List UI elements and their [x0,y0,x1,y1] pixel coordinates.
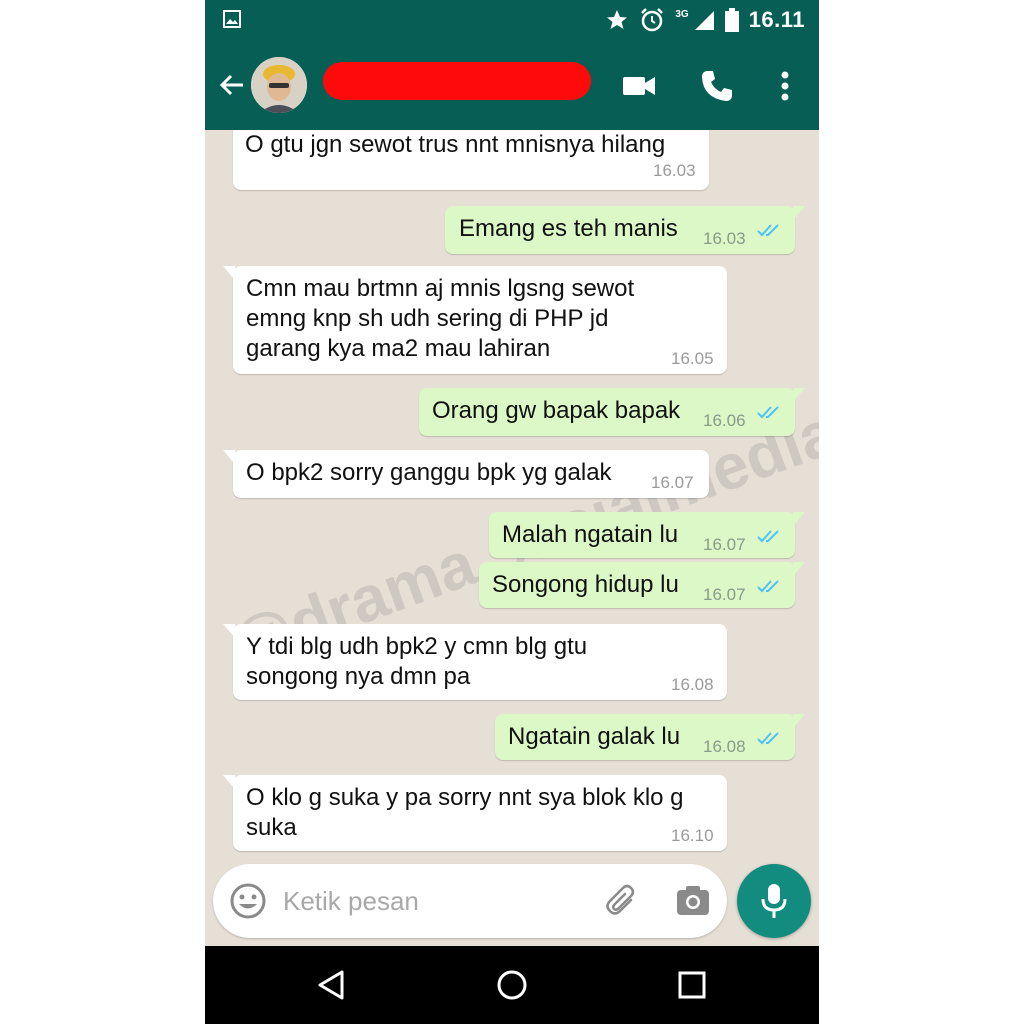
image-icon [223,10,241,28]
message-text: O gtu jgn sewot trus nnt mnisnya hilang [245,131,666,158]
bubble-tail [223,775,235,789]
incoming-message[interactable]: Cmn mau brtmn aj mnis lgsng sewot emng k… [223,266,727,374]
nav-recents-icon[interactable] [675,968,709,1002]
incoming-message[interactable]: O klo g suka y pa sorry nnt sya blok klo… [223,775,727,851]
read-receipt-icon [757,530,779,543]
outgoing-message[interactable]: Malah ngatain lu 16.07 [489,512,805,558]
back-arrow-icon[interactable] [217,70,247,100]
message-text: Malah ngatain lu [502,521,679,548]
message-time: 16.03 [653,161,696,180]
message-time: 16.10 [671,826,714,845]
read-receipt-icon [757,580,779,593]
bubble-tail [793,562,805,576]
read-receipt-icon [757,224,779,237]
mic-button[interactable] [737,864,811,938]
contact-name-redaction [323,62,591,100]
message-time: 16.08 [671,675,714,694]
signal-icon [694,11,714,30]
outgoing-message[interactable]: Ngatain galak lu 16.08 [495,714,805,760]
network-type-label: 3G [675,8,689,20]
message-time: 16.05 [671,349,714,368]
message-text: Y tdi blg udh bpk2 y cmn blg gtu songong… [246,633,588,690]
incoming-message[interactable]: O bpk2 sorry ganggu bpk yg galak 16.07 [223,450,709,498]
message-time: 16.07 [703,535,746,554]
video-call-icon[interactable] [621,68,657,104]
message-text: O klo g suka y pa sorry nnt sya blok klo… [246,784,684,841]
message-time: 16.07 [651,473,694,492]
chat-header [205,40,819,130]
status-bar: 3G 16.11 [205,0,819,40]
attachment-icon[interactable] [603,882,641,920]
contact-avatar[interactable] [251,57,307,113]
emoji-icon[interactable] [229,882,267,920]
incoming-message[interactable]: O gtu jgn sewot trus nnt mnisnya hilang 1… [233,130,709,190]
chat-messages[interactable]: @drama.sosialmedia O gtu jgn sewot trus … [205,130,819,870]
message-time: 16.06 [703,411,746,430]
bubble-tail [223,450,235,464]
camera-icon[interactable] [675,883,711,919]
phone-icon[interactable] [699,68,735,104]
message-time: 16.03 [703,229,746,248]
android-nav-bar [205,946,819,1024]
nav-back-icon[interactable] [315,968,349,1002]
microphone-icon [761,884,787,918]
read-receipt-icon [757,406,779,419]
message-time: 16.08 [703,737,746,756]
bubble-tail [793,714,805,728]
incoming-message[interactable]: Y tdi blg udh bpk2 y cmn blg gtu songong… [223,624,727,700]
bubble-tail [793,388,805,402]
message-text: Orang gw bapak bapak [432,397,681,424]
more-vert-icon[interactable] [767,68,803,104]
read-receipt-icon [757,732,779,745]
bubble-tail [793,512,805,526]
bubble-tail [223,266,235,280]
message-text: Cmn mau brtmn aj mnis lgsng sewot emng k… [246,275,635,362]
message-time: 16.07 [703,585,746,604]
message-composer[interactable]: Ketik pesan [213,864,727,938]
outgoing-message[interactable]: Emang es teh manis 16.03 [445,206,805,254]
message-text: Ngatain galak lu [508,723,681,750]
message-input[interactable]: Ketik pesan [283,886,419,917]
star-icon [607,10,628,29]
message-text: Songong hidup lu [492,571,679,598]
nav-home-icon[interactable] [495,968,529,1002]
alarm-icon [641,8,664,32]
bubble-tail [223,624,235,638]
phone-screen: 3G 16.11 O gtu jgn sewot trus nnt mnisny… [205,0,819,1024]
battery-icon [724,8,739,32]
message-text: O bpk2 sorry ganggu bpk yg galak [246,459,612,486]
outgoing-message[interactable]: Songong hidup lu 16.07 [479,562,805,608]
message-text: Emang es teh manis [459,215,678,242]
outgoing-message[interactable]: Orang gw bapak bapak 16.06 [419,388,805,436]
bubble-tail [793,206,805,220]
status-time: 16.11 [748,7,805,32]
